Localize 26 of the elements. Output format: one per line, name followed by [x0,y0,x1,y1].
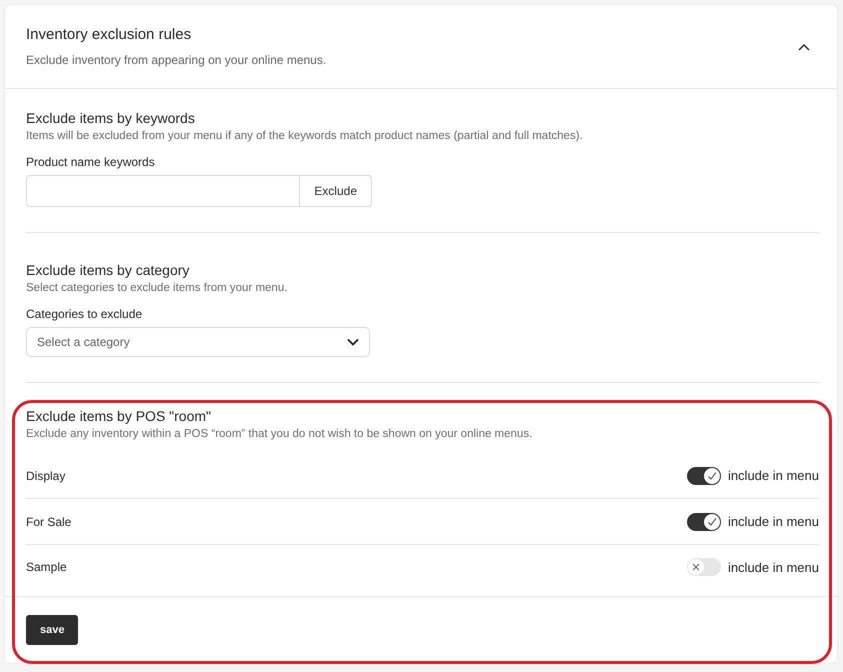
save-button[interactable]: save [26,615,78,645]
toggle-switch[interactable] [686,558,721,576]
chevron-down-icon [347,338,359,346]
toggle-label: include in menu [728,560,819,574]
panel-subtitle: Exclude inventory from appearing on your online menus. [26,53,326,67]
toggle-switch[interactable] [686,512,721,530]
room-name: Sample [26,560,67,574]
toggle-switch[interactable] [686,466,721,484]
toggle-label: include in menu [728,468,819,483]
panel-title: Inventory exclusion rules [26,26,192,43]
toggle-label: include in menu [728,514,819,529]
section-description: Exclude any inventory within a POS “room” that you do not wish to be shown on your online menus. [26,428,534,440]
section-description: Items will be excluded from your menu if any of the keywords match product names (partial and full matches). [26,130,584,142]
category-dropdown[interactable]: Select a category [26,327,370,357]
section-title: Exclude items by POS "room" [26,408,212,424]
room-name: For Sale [26,514,72,528]
room-name: Display [26,468,66,482]
section-description: Select categories to exclude items from your menu. [26,282,288,294]
collapse-icon[interactable] [797,42,811,52]
field-label: Categories to exclude [26,307,144,321]
section-title: Exclude items by keywords [26,110,196,126]
check-icon [706,516,717,526]
field-label: Product name keywords [26,155,156,169]
check-icon [706,470,717,480]
section-title: Exclude items by category [26,262,190,278]
cross-icon [690,562,701,572]
